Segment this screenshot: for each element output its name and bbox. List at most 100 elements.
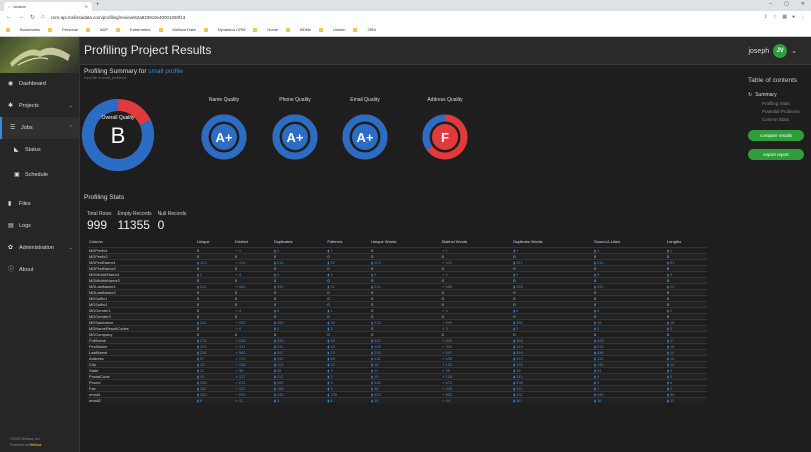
profile-link[interactable]: small profile [148, 68, 183, 75]
back-icon[interactable]: ← [6, 14, 12, 20]
bar-chart-icon: ▮ [666, 398, 669, 403]
sidebar-item-dashboard[interactable]: ◉ Dashboard [0, 73, 79, 95]
sidebar-item-about[interactable]: ⓘ About [0, 259, 79, 281]
table-cell[interactable]: ▮18 [592, 396, 665, 403]
profile-icon[interactable]: ● [792, 14, 795, 20]
table-cell[interactable]: ▮38 [511, 396, 592, 403]
home-icon[interactable]: ⌂ [41, 14, 45, 20]
table-cell[interactable]: ▮8 [194, 396, 233, 403]
browser-tab[interactable]: ◌ Unison ✕ [4, 2, 92, 11]
external-link-icon: ↗ [234, 338, 238, 343]
bookmark-item[interactable]: Kubernetes [130, 27, 150, 32]
column-header[interactable]: Lengths [665, 237, 707, 247]
bar-chart-icon: ▮ [196, 272, 199, 277]
table-cell[interactable]: ▮12 [664, 396, 707, 403]
sidebar-item-projects[interactable]: ✱ Projects ⌄ [0, 95, 79, 117]
external-link-icon: ↗ [234, 356, 238, 361]
bar-chart-icon: ▮ [371, 272, 374, 277]
column-header[interactable]: Sound-A-Likes [592, 237, 665, 247]
bar-chart-icon: ▮ [513, 392, 516, 397]
menu-icon[interactable]: ⋮ [800, 14, 805, 20]
null-records: Null Records 0 [157, 211, 187, 232]
external-link-icon: ↗ [441, 392, 445, 397]
administration-icon: ✿ [8, 245, 14, 251]
table-cell[interactable]: ↗44 [439, 396, 512, 403]
close-window-icon[interactable]: ✕ [801, 1, 805, 7]
maximize-icon[interactable]: ▢ [784, 1, 789, 7]
column-header[interactable]: Duplicates [272, 237, 325, 247]
sidebar-item-status[interactable]: ◣ Status [0, 139, 79, 161]
external-link-icon: ↗ [234, 260, 238, 265]
column-header[interactable]: Column [87, 237, 195, 247]
bar-chart-icon: ▮ [594, 338, 596, 343]
table-cell[interactable]: ▮3 [271, 396, 326, 403]
sidebar-item-administration[interactable]: ✿ Administration ⌄ [0, 237, 79, 259]
table-cell[interactable]: ▮8 [325, 396, 370, 403]
bookmark-item[interactable]: Personal [62, 27, 78, 32]
bar-chart-icon: ▮ [594, 398, 596, 403]
bar-chart-icon: ▮ [594, 368, 596, 373]
sidebar-item-logs[interactable]: ▤ Logs [0, 215, 79, 237]
sidebar-item-label: Logs [19, 223, 31, 229]
bookmark-item[interactable]: Bookmarks [20, 27, 40, 32]
tab-title: Unison [13, 4, 26, 9]
export-report-button[interactable]: export report [748, 149, 804, 160]
column-header[interactable]: Distinct Words [440, 237, 512, 247]
star-icon[interactable]: ☆ [773, 14, 777, 20]
user-menu[interactable]: joseph JV ⌄ [748, 44, 797, 58]
forward-icon[interactable]: → [18, 14, 24, 20]
extension-icon[interactable]: ▦ [782, 14, 787, 20]
bar-chart-icon: ▮ [594, 248, 596, 253]
sidebar-item-jobs[interactable]: ☰ Jobs ⌃ [0, 117, 79, 139]
bar-chart-icon: ▮ [594, 386, 596, 391]
stats-counts: Total Rows 999 Empty Records 11355 Null Re… [87, 211, 186, 232]
bar-chart-icon: ▮ [513, 320, 516, 325]
bar-chart-icon: ▮ [273, 356, 276, 361]
table-cell[interactable]: ▮15 [369, 396, 440, 403]
new-tab-icon[interactable]: + [96, 2, 100, 8]
bar-chart-icon: ▮ [196, 338, 199, 343]
column-header[interactable]: Unique [195, 237, 233, 247]
reload-icon[interactable]: ↻ [30, 14, 35, 21]
folder-icon [48, 27, 53, 32]
bookmark-item[interactable]: BDMs [300, 27, 311, 32]
bookmark-item[interactable]: Unison [333, 27, 345, 32]
minimize-icon[interactable]: – [769, 1, 772, 7]
bar-chart-icon: ▮ [513, 260, 516, 265]
bookmark-item[interactable]: JIRA [367, 27, 376, 32]
column-header[interactable]: Distinct [233, 237, 272, 247]
close-tab-icon[interactable]: ✕ [85, 4, 88, 9]
column-header[interactable]: Unique Words [369, 237, 439, 247]
bookmark-item[interactable]: Dynamics CRM [218, 27, 246, 32]
bar-chart-icon: ▮ [196, 260, 199, 265]
bar-chart-icon: ▮ [666, 338, 669, 343]
sidebar-item-files[interactable]: ▮ Files [0, 193, 79, 215]
toc-subitem[interactable]: Profiling Stats [762, 101, 811, 106]
toc-subitem[interactable]: Potential Problems [762, 109, 811, 114]
bar-chart-icon: ▮ [513, 326, 516, 331]
bar-chart-icon: ▮ [371, 320, 374, 325]
bar-chart-icon: ▮ [513, 350, 516, 355]
bar-chart-icon: ▮ [666, 386, 669, 391]
bar-chart-icon: ▮ [196, 350, 199, 355]
address-bar[interactable]: cnm-api.melissadata.com/profiling/review… [51, 15, 758, 20]
toc-subitem[interactable]: Column Stats [762, 117, 811, 122]
bar-chart-icon: ▮ [666, 374, 669, 379]
bookmark-item[interactable]: Melissa Data [173, 27, 196, 32]
bookmark-item[interactable]: ADP [100, 27, 108, 32]
toc-summary[interactable]: ↻ Summary [748, 92, 811, 98]
bar-chart-icon: ▮ [196, 374, 199, 379]
bar-chart-icon: ▮ [513, 368, 516, 373]
column-header[interactable]: Patterns [325, 237, 369, 247]
compare-results-button[interactable]: compare results [748, 130, 804, 141]
bar-chart-icon: ▮ [371, 386, 374, 391]
sidebar-item-schedule[interactable]: ▣ Schedule [0, 161, 79, 189]
dashboard-icon: ◉ [8, 81, 14, 87]
column-header[interactable]: Duplicate Words [511, 237, 592, 247]
bar-chart-icon: ▮ [666, 320, 669, 325]
bar-chart-icon: ▮ [196, 380, 199, 385]
sidebar-footer: ©2022 Melissa, Inc. Powered by Melissa [10, 437, 42, 447]
bookmark-item[interactable]: Home [267, 27, 278, 32]
table-cell[interactable]: ↗11 [232, 396, 272, 403]
share-icon[interactable]: ⇪ [764, 14, 768, 20]
